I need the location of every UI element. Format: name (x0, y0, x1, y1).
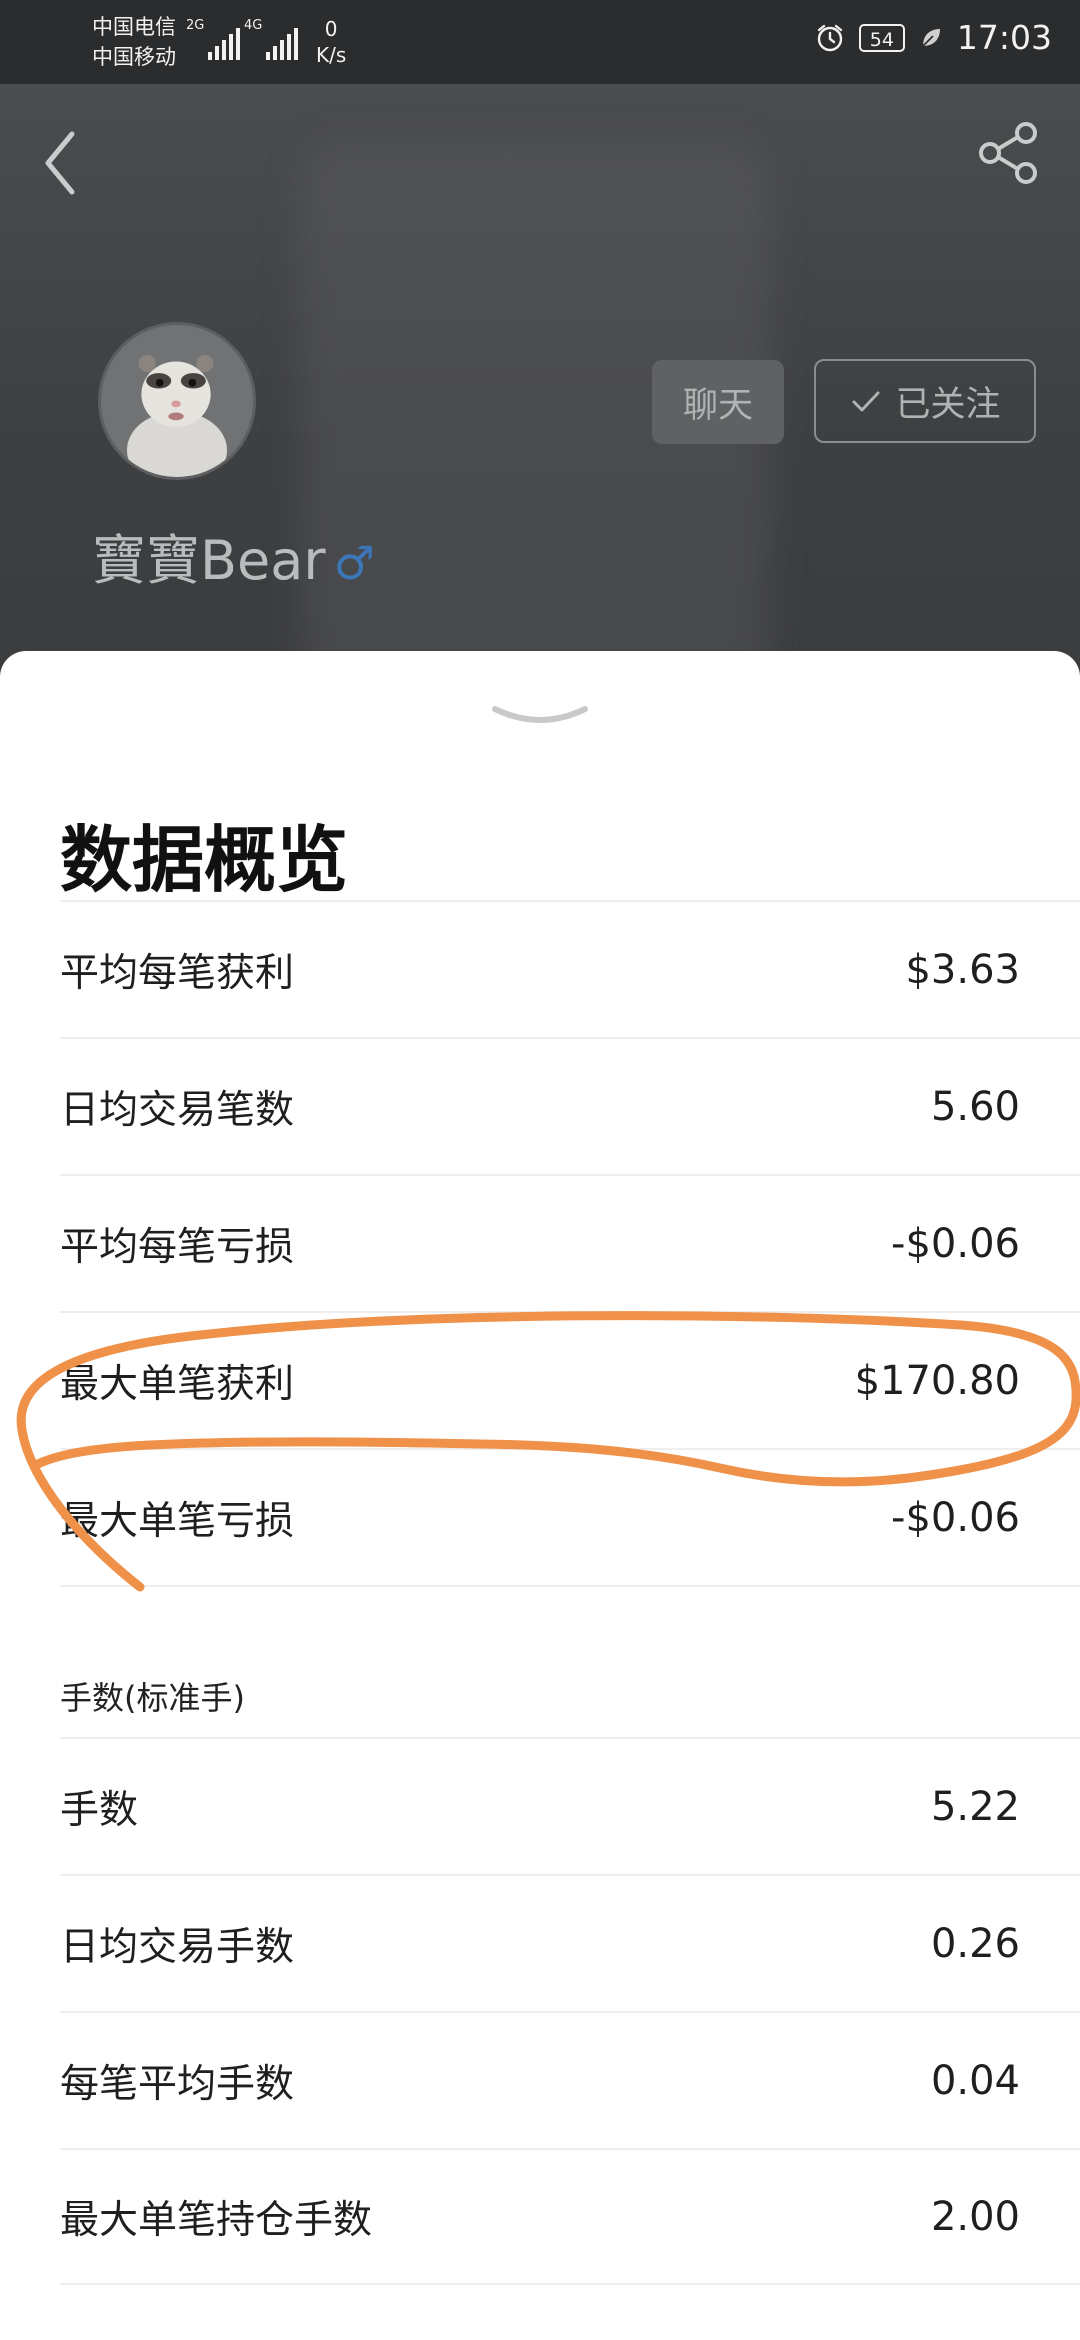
profile-header: 寶寶Bear ♂ 聊天 已关注 (0, 84, 1080, 684)
lots-value: 0.26 (930, 1920, 1020, 1967)
stat-row-avg-loss: 平均每笔亏损 -$0.06 (60, 1174, 1080, 1311)
lots-row-daily: 日均交易手数 0.26 (60, 1874, 1080, 2011)
share-icon[interactable] (976, 120, 1042, 186)
sim1-network-tag: 2G (186, 18, 205, 33)
sim2-signal-icon: 4G (244, 18, 298, 60)
follow-button[interactable]: 已关注 (814, 359, 1036, 443)
sim2-network-tag: 4G (244, 18, 263, 33)
carrier-2: 中国移动 (92, 45, 176, 69)
lots-label: 每笔平均手数 (60, 2061, 295, 2107)
stat-label: 日均交易笔数 (60, 1087, 295, 1133)
stat-label: 平均每笔获利 (60, 950, 295, 996)
lots-label: 最大单笔持仓手数 (60, 2197, 373, 2243)
status-bar: 中国电信 中国移动 2G 4G 0 K/s 54 17:03 (0, 0, 1080, 84)
status-right: 54 17:03 (815, 18, 1052, 57)
divider (60, 1585, 1080, 1587)
lots-label: 日均交易手数 (60, 1924, 295, 1970)
lots-row-total: 手数 5.22 (60, 1737, 1080, 1874)
stat-row-daily-trades: 日均交易笔数 5.60 (60, 1037, 1080, 1174)
lots-list: 手数 5.22 日均交易手数 0.26 每笔平均手数 0.04 最大单笔持仓手数… (60, 1737, 1080, 2285)
stats-list: 平均每笔获利 $3.63 日均交易笔数 5.60 平均每笔亏损 -$0.06 最… (60, 900, 1080, 1587)
lots-label: 手数 (60, 1787, 139, 1833)
lots-value: 2.00 (930, 2193, 1020, 2240)
follow-button-label: 已关注 (895, 384, 1001, 425)
ferret-avatar-image (101, 325, 253, 477)
power-saving-leaf-icon (922, 28, 940, 47)
stat-label: 最大单笔获利 (60, 1361, 295, 1407)
stat-row-avg-profit: 平均每笔获利 $3.63 (60, 900, 1080, 1037)
network-speed: 0 K/s (316, 16, 346, 68)
network-speed-unit: K/s (316, 43, 347, 67)
carrier-1: 中国电信 (92, 15, 176, 39)
stat-label: 平均每笔亏损 (60, 1224, 295, 1270)
lots-value: 0.04 (930, 2057, 1020, 2104)
lots-row-max-position: 最大单笔持仓手数 2.00 (60, 2148, 1080, 2285)
chat-button[interactable]: 聊天 (652, 360, 784, 444)
checkmark-icon (852, 391, 880, 412)
stat-row-max-loss: 最大单笔亏损 -$0.06 (60, 1448, 1080, 1585)
back-button[interactable] (38, 126, 84, 200)
stat-value: $170.80 (854, 1357, 1020, 1404)
alarm-icon (817, 24, 843, 51)
stat-row-max-profit: 最大单笔获利 $170.80 (60, 1311, 1080, 1448)
stat-label: 最大单笔亏损 (60, 1498, 295, 1544)
stat-value: -$0.06 (891, 1220, 1020, 1267)
lots-row-avg-per-trade: 每笔平均手数 0.04 (60, 2011, 1080, 2148)
male-gender-icon: ♂ (333, 536, 375, 590)
sheet-title: 数据概览 (60, 818, 349, 902)
clock: 17:03 (956, 18, 1052, 57)
username: 寶寶Bear ♂ (92, 516, 375, 595)
username-text: 寶寶Bear (92, 529, 326, 592)
carrier-info: 中国电信 中国移动 (92, 12, 176, 72)
stat-value: $3.63 (905, 946, 1020, 993)
avatar[interactable] (98, 322, 256, 480)
data-overview-sheet: 数据概览 平均每笔获利 $3.63 日均交易笔数 5.60 平均每笔亏损 -$0… (0, 651, 1080, 2340)
sim1-signal-icon: 2G (186, 18, 240, 60)
stat-value: -$0.06 (891, 1494, 1020, 1541)
collapse-chevron-icon[interactable] (489, 701, 591, 737)
stat-value: 5.60 (930, 1083, 1020, 1130)
battery-indicator: 54 (858, 23, 905, 52)
lots-value: 5.22 (930, 1783, 1020, 1830)
lots-section-label: 手数(标准手) (60, 1679, 245, 1717)
network-speed-value: 0 (324, 17, 338, 41)
